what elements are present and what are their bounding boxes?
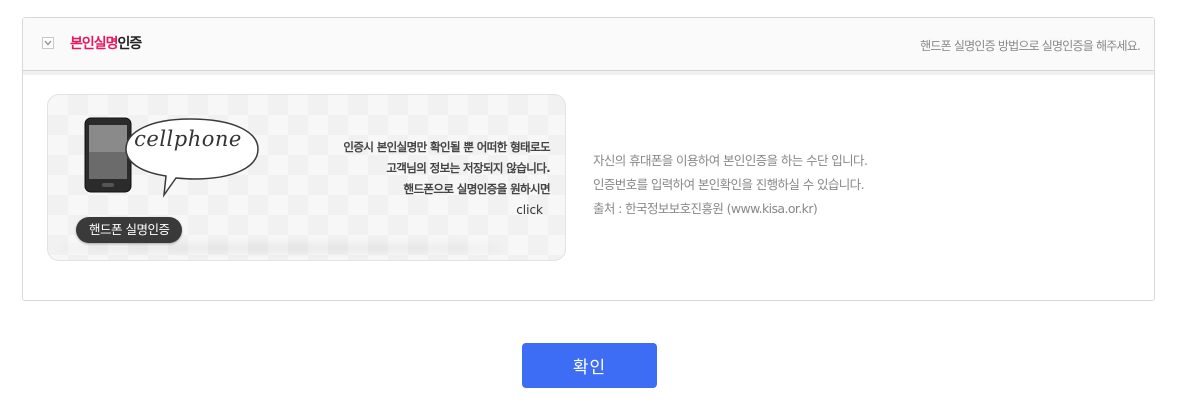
- verification-panel: 본인실명인증 핸드폰 실명인증 방법으로 실명인증을 해주세요. cellpho…: [22, 17, 1155, 301]
- card-shadow: [60, 244, 500, 252]
- title-accent: 본인실명: [70, 36, 119, 52]
- chevron-down-icon[interactable]: [42, 37, 54, 49]
- cellphone-verify-card[interactable]: cellphone 인증시 본인실명만 확인될 뿐 어떠한 형태로도 고객님의 …: [47, 94, 566, 261]
- card-description: 인증시 본인실명만 확인될 뿐 어떠한 형태로도 고객님의 정보는 저장되지 않…: [343, 137, 550, 200]
- info-text: 자신의 휴대폰을 이용하여 본인인증을 하는 수단 입니다. 인증번호를 입력하…: [593, 149, 868, 221]
- cellphone-verify-button[interactable]: 핸드폰 실명인증: [76, 217, 183, 243]
- chevron-down-glyph: [44, 40, 52, 46]
- info-source: 출처 : 한국정보보호진흥원 (www.kisa.or.kr): [593, 201, 818, 216]
- panel-description: 핸드폰 실명인증 방법으로 실명인증을 해주세요.: [920, 39, 1141, 53]
- card-line: 고객님의 정보는 저장되지 않습니다.: [386, 161, 550, 175]
- cellphone-label: cellphone: [134, 127, 242, 151]
- click-label[interactable]: click: [516, 203, 543, 217]
- card-line: 인증시 본인실명만 확인될 뿐 어떠한 형태로도: [343, 140, 550, 154]
- panel-header: 본인실명인증 핸드폰 실명인증 방법으로 실명인증을 해주세요.: [23, 18, 1154, 75]
- page-title: 본인실명인증: [70, 33, 143, 53]
- card-line: 핸드폰으로 실명인증을 원하시면: [403, 182, 550, 196]
- info-line: 인증번호를 입력하여 본인확인을 진행하실 수 있습니다.: [593, 177, 865, 192]
- title-rest: 인증: [117, 36, 143, 52]
- info-line: 자신의 휴대폰을 이용하여 본인인증을 하는 수단 입니다.: [593, 153, 868, 168]
- confirm-button[interactable]: 확인: [522, 343, 657, 388]
